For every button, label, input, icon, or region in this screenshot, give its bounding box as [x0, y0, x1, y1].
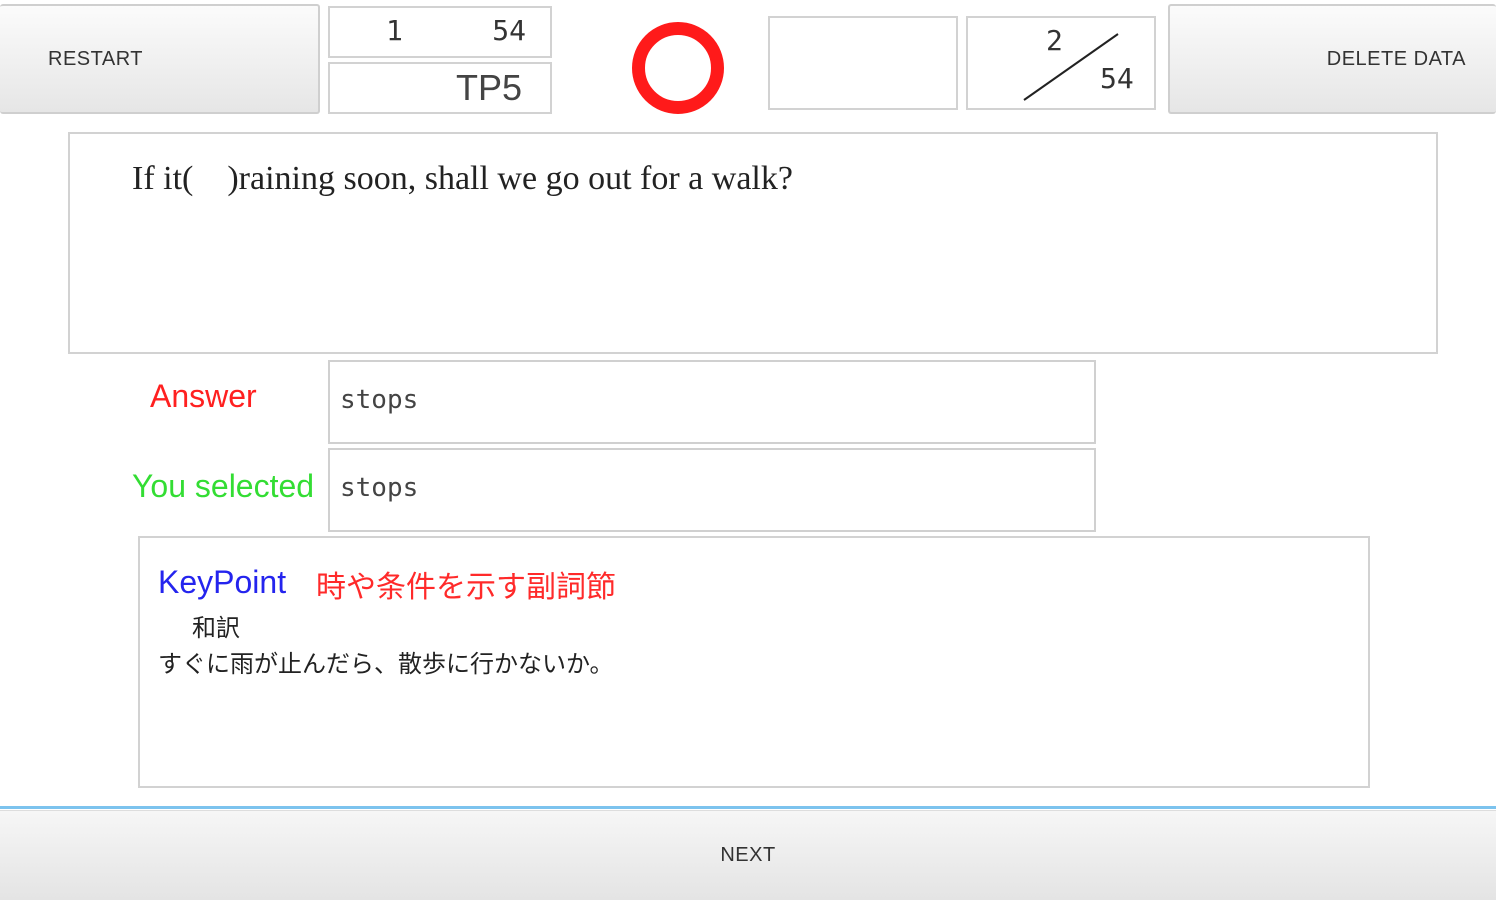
progress-denominator: 54	[1100, 62, 1134, 95]
delete-data-button[interactable]: DELETE DATA	[1168, 4, 1496, 114]
next-button[interactable]: NEXT	[0, 810, 1496, 900]
progress-fraction: 2 54	[966, 16, 1156, 110]
current-question-number: 1	[386, 14, 403, 47]
total-questions: 54	[492, 14, 526, 47]
set-name: TP5	[328, 62, 552, 114]
correct-circle-icon	[632, 22, 724, 114]
selected-field: stops	[328, 448, 1096, 532]
footer-divider	[0, 806, 1496, 809]
empty-status-box	[768, 16, 958, 110]
keypoint-topic: 時や条件を示す副詞節	[316, 570, 616, 605]
question-counter: 1 54	[328, 6, 552, 58]
keypoint-title: KeyPoint	[158, 564, 287, 600]
translation-text: すぐに雨が止んだら、散歩に行かないか。	[158, 650, 614, 678]
keypoint-panel: KeyPoint 時や条件を示す副詞節 和訳 すぐに雨が止んだら、散歩に行かない…	[138, 536, 1370, 788]
progress-numerator: 2	[1046, 24, 1063, 57]
question-text: If it( )raining soon, shall we go out fo…	[132, 160, 793, 197]
question-panel: If it( )raining soon, shall we go out fo…	[68, 132, 1438, 354]
translation-label: 和訳	[192, 614, 240, 642]
selected-label: You selected	[132, 468, 315, 504]
answer-label: Answer	[150, 378, 257, 414]
restart-button[interactable]: RESTART	[0, 4, 320, 114]
answer-field: stops	[328, 360, 1096, 444]
